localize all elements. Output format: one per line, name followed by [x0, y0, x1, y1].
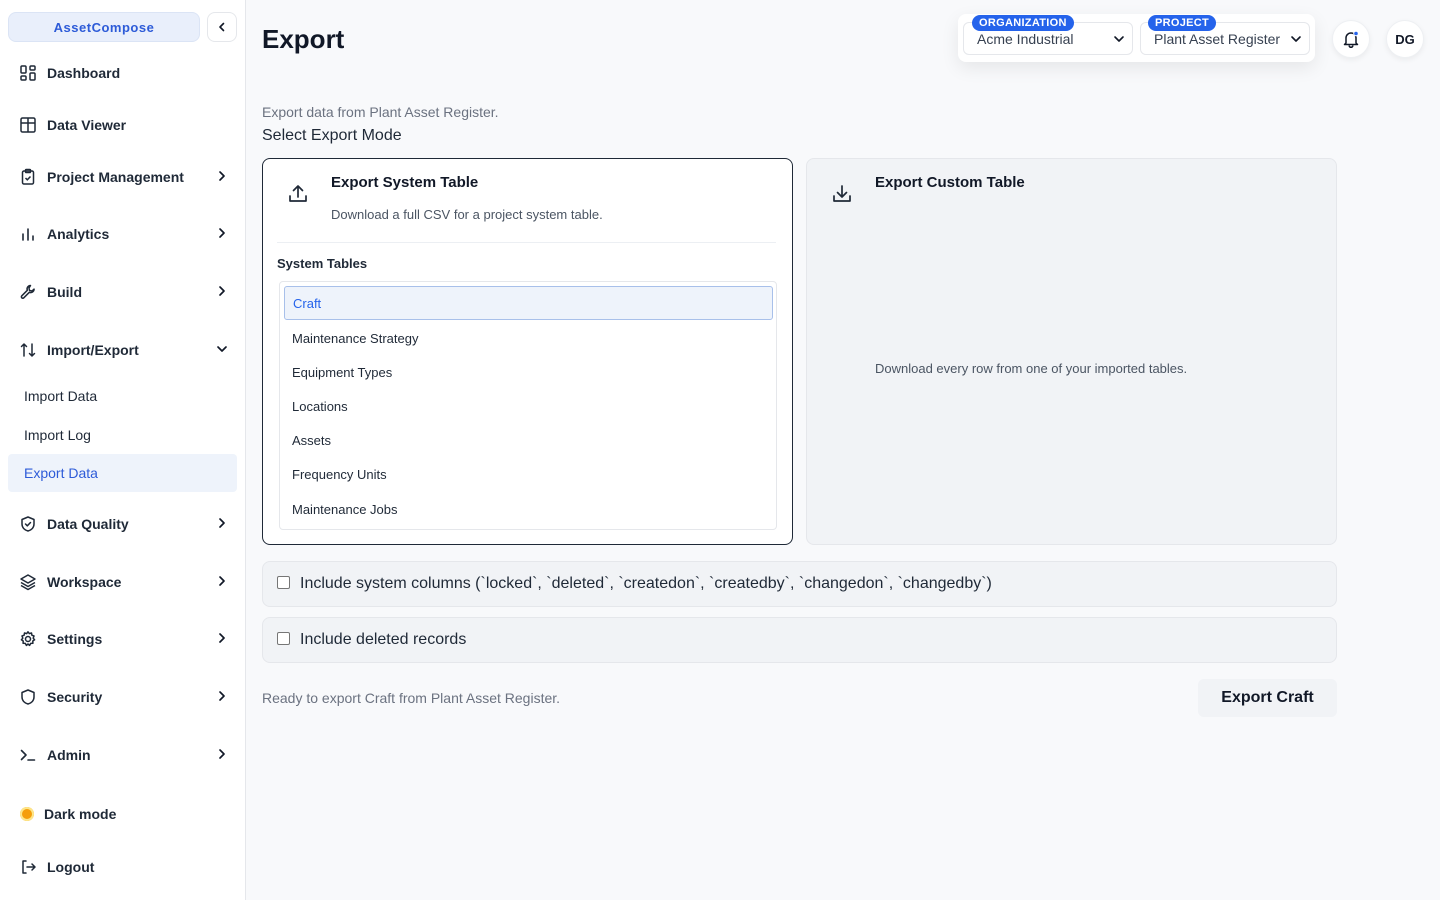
sidebar-item-label: Admin: [47, 747, 91, 763]
arrows-updown-icon: [19, 341, 37, 359]
sidebar-item-import-export[interactable]: Import/Export: [8, 330, 237, 370]
brand-logo[interactable]: AssetCompose: [8, 12, 200, 42]
shield-icon: [19, 688, 37, 706]
chevron-down-icon: [217, 346, 227, 352]
chevron-right-icon: [219, 518, 225, 528]
notifications-button[interactable]: [1332, 20, 1370, 58]
dashboard-icon: [19, 64, 37, 82]
dark-mode-label: Dark mode: [44, 806, 117, 822]
chevron-down-icon: [1114, 36, 1124, 42]
sidebar-item-label: Analytics: [47, 226, 110, 242]
list-item-frequency-units[interactable]: Frequency Units: [284, 457, 773, 491]
sidebar-item-analytics[interactable]: Analytics: [8, 214, 237, 254]
card-title: Export System Table: [331, 174, 479, 191]
sidebar-item-project-management[interactable]: Project Management: [8, 157, 237, 197]
export-button[interactable]: Export Craft: [1198, 679, 1337, 717]
sidebar-item-build[interactable]: Build: [8, 272, 237, 312]
sidebar-item-dashboard[interactable]: Dashboard: [8, 53, 237, 93]
list-item-craft[interactable]: Craft: [284, 286, 773, 320]
table-icon: [19, 116, 37, 134]
project-tag: PROJECT: [1148, 15, 1217, 31]
sidebar-item-label: Settings: [47, 631, 103, 647]
chevron-right-icon: [219, 749, 225, 759]
dark-mode-toggle[interactable]: Dark mode: [8, 794, 237, 834]
export-mode-label: Select Export Mode: [262, 127, 402, 144]
logout-button[interactable]: Logout: [8, 847, 237, 887]
card-description: Download a full CSV for a project system…: [331, 207, 603, 222]
sidebar-item-label: Project Management: [47, 169, 184, 185]
sidebar: AssetCompose Dashboard Data Viewer Proje…: [0, 0, 246, 900]
shield-check-icon: [19, 515, 37, 533]
sidebar-item-label: Workspace: [47, 574, 122, 590]
sidebar-item-data-viewer[interactable]: Data Viewer: [8, 105, 237, 145]
sidebar-item-workspace[interactable]: Workspace: [8, 562, 237, 602]
card-title: Export Custom Table: [875, 174, 1025, 191]
list-item-assets[interactable]: Assets: [284, 423, 773, 457]
sidebar-subitem-import-log[interactable]: Import Log: [8, 416, 237, 454]
bar-chart-icon: [19, 225, 37, 243]
sidebar-item-label: Import/Export: [47, 342, 139, 358]
option-label: Include deleted records: [300, 631, 467, 648]
sun-icon: [20, 807, 34, 821]
clipboard-icon: [19, 168, 37, 186]
layers-icon: [19, 573, 37, 591]
sidebar-item-label: Dashboard: [47, 65, 121, 81]
include-system-columns-checkbox[interactable]: [277, 575, 290, 589]
project-value: Plant Asset Register: [1154, 30, 1281, 47]
sidebar-item-settings[interactable]: Settings: [8, 619, 237, 659]
list-item-maintenance-jobs[interactable]: Maintenance Jobs: [284, 492, 773, 526]
bell-icon: [1343, 30, 1359, 48]
export-status: Ready to export Craft from Plant Asset R…: [262, 690, 561, 706]
project-select[interactable]: PROJECT Plant Asset Register: [1140, 15, 1310, 55]
terminal-icon: [19, 746, 37, 764]
chevron-right-icon: [219, 228, 225, 238]
option-label: Include system columns (`locked`, `delet…: [300, 575, 992, 592]
logout-icon: [19, 858, 37, 876]
list-item-maintenance-strategy[interactable]: Maintenance Strategy: [284, 321, 773, 355]
chevron-left-icon: [219, 22, 225, 32]
sidebar-subitem-export-data[interactable]: Export Data: [8, 454, 237, 492]
card-description: Download every row from one of your impo…: [875, 361, 1188, 376]
organization-select[interactable]: ORGANIZATION Acme Industrial: [963, 15, 1133, 55]
system-tables-label: System Tables: [277, 256, 368, 271]
organization-tag: ORGANIZATION: [972, 15, 1074, 31]
chevron-down-icon: [1291, 36, 1301, 42]
sidebar-item-admin[interactable]: Admin: [8, 735, 237, 775]
upload-icon: [289, 185, 307, 202]
gear-icon: [19, 630, 37, 648]
chevron-right-icon: [219, 633, 225, 643]
export-custom-table-card[interactable]: Export Custom Table Download every row f…: [806, 158, 1337, 545]
system-tables-list[interactable]: Craft Maintenance Strategy Equipment Typ…: [279, 281, 777, 530]
page-subtitle: Export data from Plant Asset Register.: [262, 104, 499, 120]
sidebar-item-label: Security: [47, 689, 103, 705]
list-item-locations[interactable]: Locations: [284, 389, 773, 423]
sidebar-item-security[interactable]: Security: [8, 677, 237, 717]
list-item-equipment-types[interactable]: Equipment Types: [284, 355, 773, 389]
organization-value: Acme Industrial: [977, 30, 1074, 47]
sidebar-item-label: Data Quality: [47, 516, 129, 532]
page-title: Export: [262, 24, 345, 54]
sidebar-item-label: Data Viewer: [47, 117, 127, 133]
include-deleted-records-checkbox[interactable]: [277, 631, 290, 645]
chevron-right-icon: [219, 576, 225, 586]
wrench-icon: [19, 283, 37, 301]
sidebar-item-label: Build: [47, 284, 82, 300]
collapse-sidebar-button[interactable]: [207, 12, 237, 42]
chevron-right-icon: [219, 171, 225, 181]
divider: [277, 242, 776, 243]
sidebar-item-data-quality[interactable]: Data Quality: [8, 504, 237, 544]
sidebar-subitem-import-data[interactable]: Import Data: [8, 377, 237, 415]
logout-label: Logout: [47, 859, 95, 875]
user-avatar[interactable]: DG: [1386, 20, 1424, 58]
export-system-table-card[interactable]: Export System Table Download a full CSV …: [262, 158, 793, 545]
include-system-columns-option[interactable]: Include system columns (`locked`, `delet…: [262, 561, 1337, 607]
chevron-right-icon: [219, 691, 225, 701]
include-deleted-records-option[interactable]: Include deleted records: [262, 617, 1337, 663]
download-icon: [833, 185, 851, 202]
chevron-right-icon: [219, 286, 225, 296]
context-switcher: ORGANIZATION Acme Industrial PROJECT Pla…: [958, 14, 1315, 62]
